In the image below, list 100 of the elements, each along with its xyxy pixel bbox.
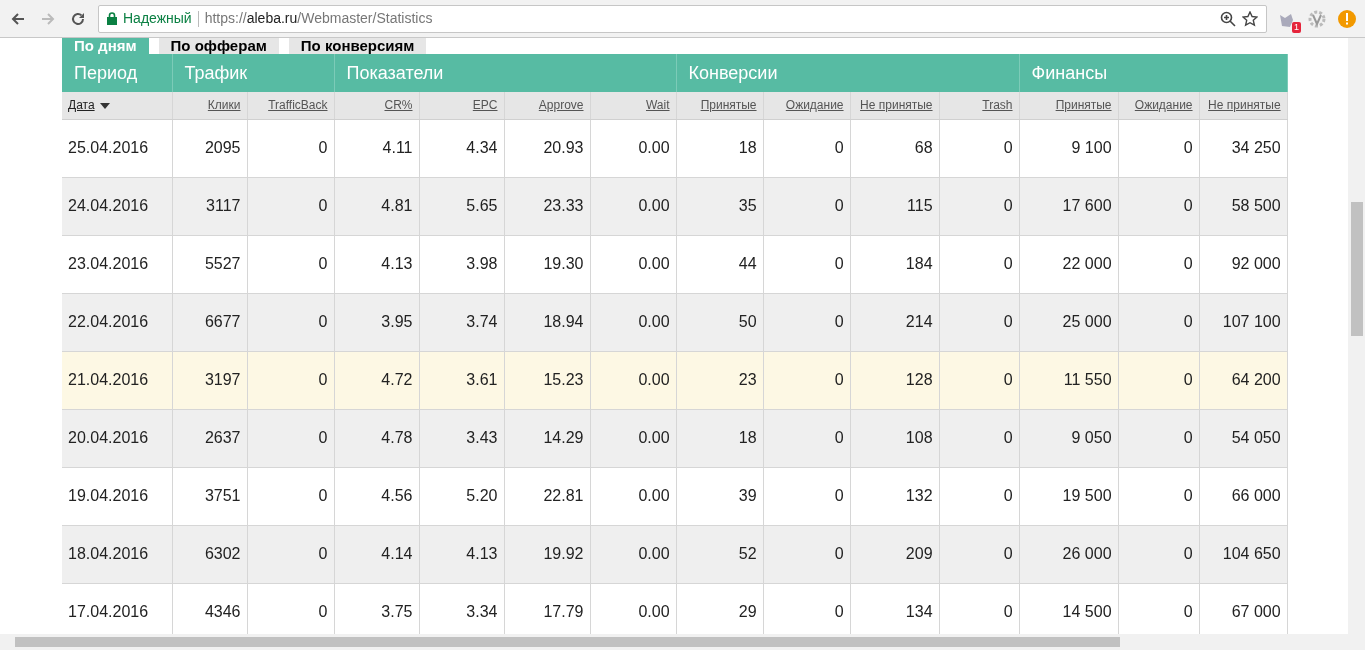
table-cell: 132 — [850, 467, 940, 525]
table-cell: 23.04.2016 — [62, 235, 172, 293]
lock-icon — [107, 12, 117, 25]
table-cell: 108 — [850, 409, 940, 467]
table-cell: 34 250 — [1199, 119, 1288, 177]
vertical-scrollbar[interactable] — [1348, 38, 1365, 650]
table-cell: 44 — [676, 235, 764, 293]
table-cell: 5.65 — [419, 177, 504, 235]
table-cell: 4.34 — [419, 119, 504, 177]
table-cell: 0 — [247, 525, 334, 583]
tab[interactable]: По конверсиям — [288, 38, 427, 54]
table-cell: 5.20 — [419, 467, 504, 525]
table-cell: 3197 — [172, 351, 247, 409]
table-cell: 6302 — [172, 525, 247, 583]
table-cell: 115 — [850, 177, 940, 235]
table-cell: 0 — [1118, 235, 1200, 293]
table-cell: 22.81 — [504, 467, 590, 525]
column-header-link[interactable]: EPC — [472, 98, 498, 113]
column-header-link[interactable]: CR% — [384, 98, 413, 113]
table-cell: 4.13 — [419, 525, 504, 583]
table-cell: 184 — [850, 235, 940, 293]
table-cell: 0 — [763, 467, 851, 525]
notification-badge: 1 — [1292, 21, 1301, 33]
column-header-link[interactable]: Дата — [68, 98, 95, 113]
table-cell: 0 — [939, 351, 1020, 409]
zoom-icon[interactable] — [1220, 10, 1236, 27]
table-cell: 17 600 — [1019, 177, 1119, 235]
table-cell: 52 — [676, 525, 764, 583]
table-cell: 0 — [247, 177, 334, 235]
table-cell: 2095 — [172, 119, 247, 177]
table-cell: 4.14 — [334, 525, 419, 583]
table-cell: 3751 — [172, 467, 247, 525]
table-cell: 3.98 — [419, 235, 504, 293]
tab[interactable]: По офферам — [158, 38, 279, 54]
table-cell: 19.04.2016 — [62, 467, 172, 525]
table-cell: 23 — [676, 351, 764, 409]
table-cell: 0 — [247, 467, 334, 525]
table-cell: 20.04.2016 — [62, 409, 172, 467]
table-cell: 0 — [939, 235, 1020, 293]
table-cell: 4.13 — [334, 235, 419, 293]
table-cell: 0 — [247, 351, 334, 409]
table-cell: 0 — [1118, 351, 1200, 409]
table-cell: 3.43 — [419, 409, 504, 467]
table-cell: 0.00 — [590, 467, 677, 525]
table-cell: 6677 — [172, 293, 247, 351]
gear-icon[interactable] — [1307, 8, 1327, 29]
column-header-link[interactable]: Wait — [646, 98, 670, 113]
group-header: Конверсии — [676, 54, 1020, 92]
horizontal-scrollbar[interactable] — [0, 634, 1348, 650]
table-cell: 0 — [247, 235, 334, 293]
table-cell: 209 — [850, 525, 940, 583]
star-icon[interactable] — [1242, 10, 1258, 27]
table-cell: 19.30 — [504, 235, 590, 293]
table-cell: 0 — [1118, 525, 1200, 583]
table-cell: 18.04.2016 — [62, 525, 172, 583]
table-cell: 0 — [939, 177, 1020, 235]
table-cell: 0 — [247, 293, 334, 351]
group-header: Финансы — [1019, 54, 1288, 92]
table-cell: 0 — [763, 235, 851, 293]
table-cell: 4.72 — [334, 351, 419, 409]
table-cell: 2637 — [172, 409, 247, 467]
table-cell: 128 — [850, 351, 940, 409]
table-cell: 0 — [763, 351, 851, 409]
table-cell: 25.04.2016 — [62, 119, 172, 177]
group-header: Период — [62, 54, 172, 92]
table-cell: 4.56 — [334, 467, 419, 525]
address-bar[interactable]: Надежный https://aleba.ru/Webmaster/Statistics — [98, 4, 1267, 33]
table-cell: 58 500 — [1199, 177, 1288, 235]
table-cell: 15.23 — [504, 351, 590, 409]
table-cell: 4.81 — [334, 177, 419, 235]
table-cell: 0 — [939, 293, 1020, 351]
table-cell: 104 650 — [1199, 525, 1288, 583]
table-cell: 0 — [939, 467, 1020, 525]
table-cell: 3.61 — [419, 351, 504, 409]
group-header: Показатели — [334, 54, 677, 92]
table-cell: 3.95 — [334, 293, 419, 351]
table-cell: 0 — [1118, 119, 1200, 177]
table-cell: 5527 — [172, 235, 247, 293]
table-cell: 54 050 — [1199, 409, 1288, 467]
table-cell: 22 000 — [1019, 235, 1119, 293]
table-cell: 0 — [247, 409, 334, 467]
table-cell: 3.74 — [419, 293, 504, 351]
table-cell: 50 — [676, 293, 764, 351]
table-cell: 92 000 — [1199, 235, 1288, 293]
table-cell: 107 100 — [1199, 293, 1288, 351]
table-cell: 4.11 — [334, 119, 419, 177]
table-cell: 0 — [763, 177, 851, 235]
table-cell: 9 050 — [1019, 409, 1119, 467]
table-cell: 0 — [1118, 293, 1200, 351]
sort-arrow-icon[interactable] — [99, 103, 110, 110]
table-cell: 14.29 — [504, 409, 590, 467]
table-cell: 0.00 — [590, 351, 677, 409]
table-cell: 19.92 — [504, 525, 590, 583]
table-cell: 21.04.2016 — [62, 351, 172, 409]
table-cell: 19 500 — [1019, 467, 1119, 525]
table-cell: 0 — [1118, 409, 1200, 467]
table-cell: 20.93 — [504, 119, 590, 177]
table-cell: 0 — [763, 409, 851, 467]
table-cell: 3117 — [172, 177, 247, 235]
table-cell: 24.04.2016 — [62, 177, 172, 235]
